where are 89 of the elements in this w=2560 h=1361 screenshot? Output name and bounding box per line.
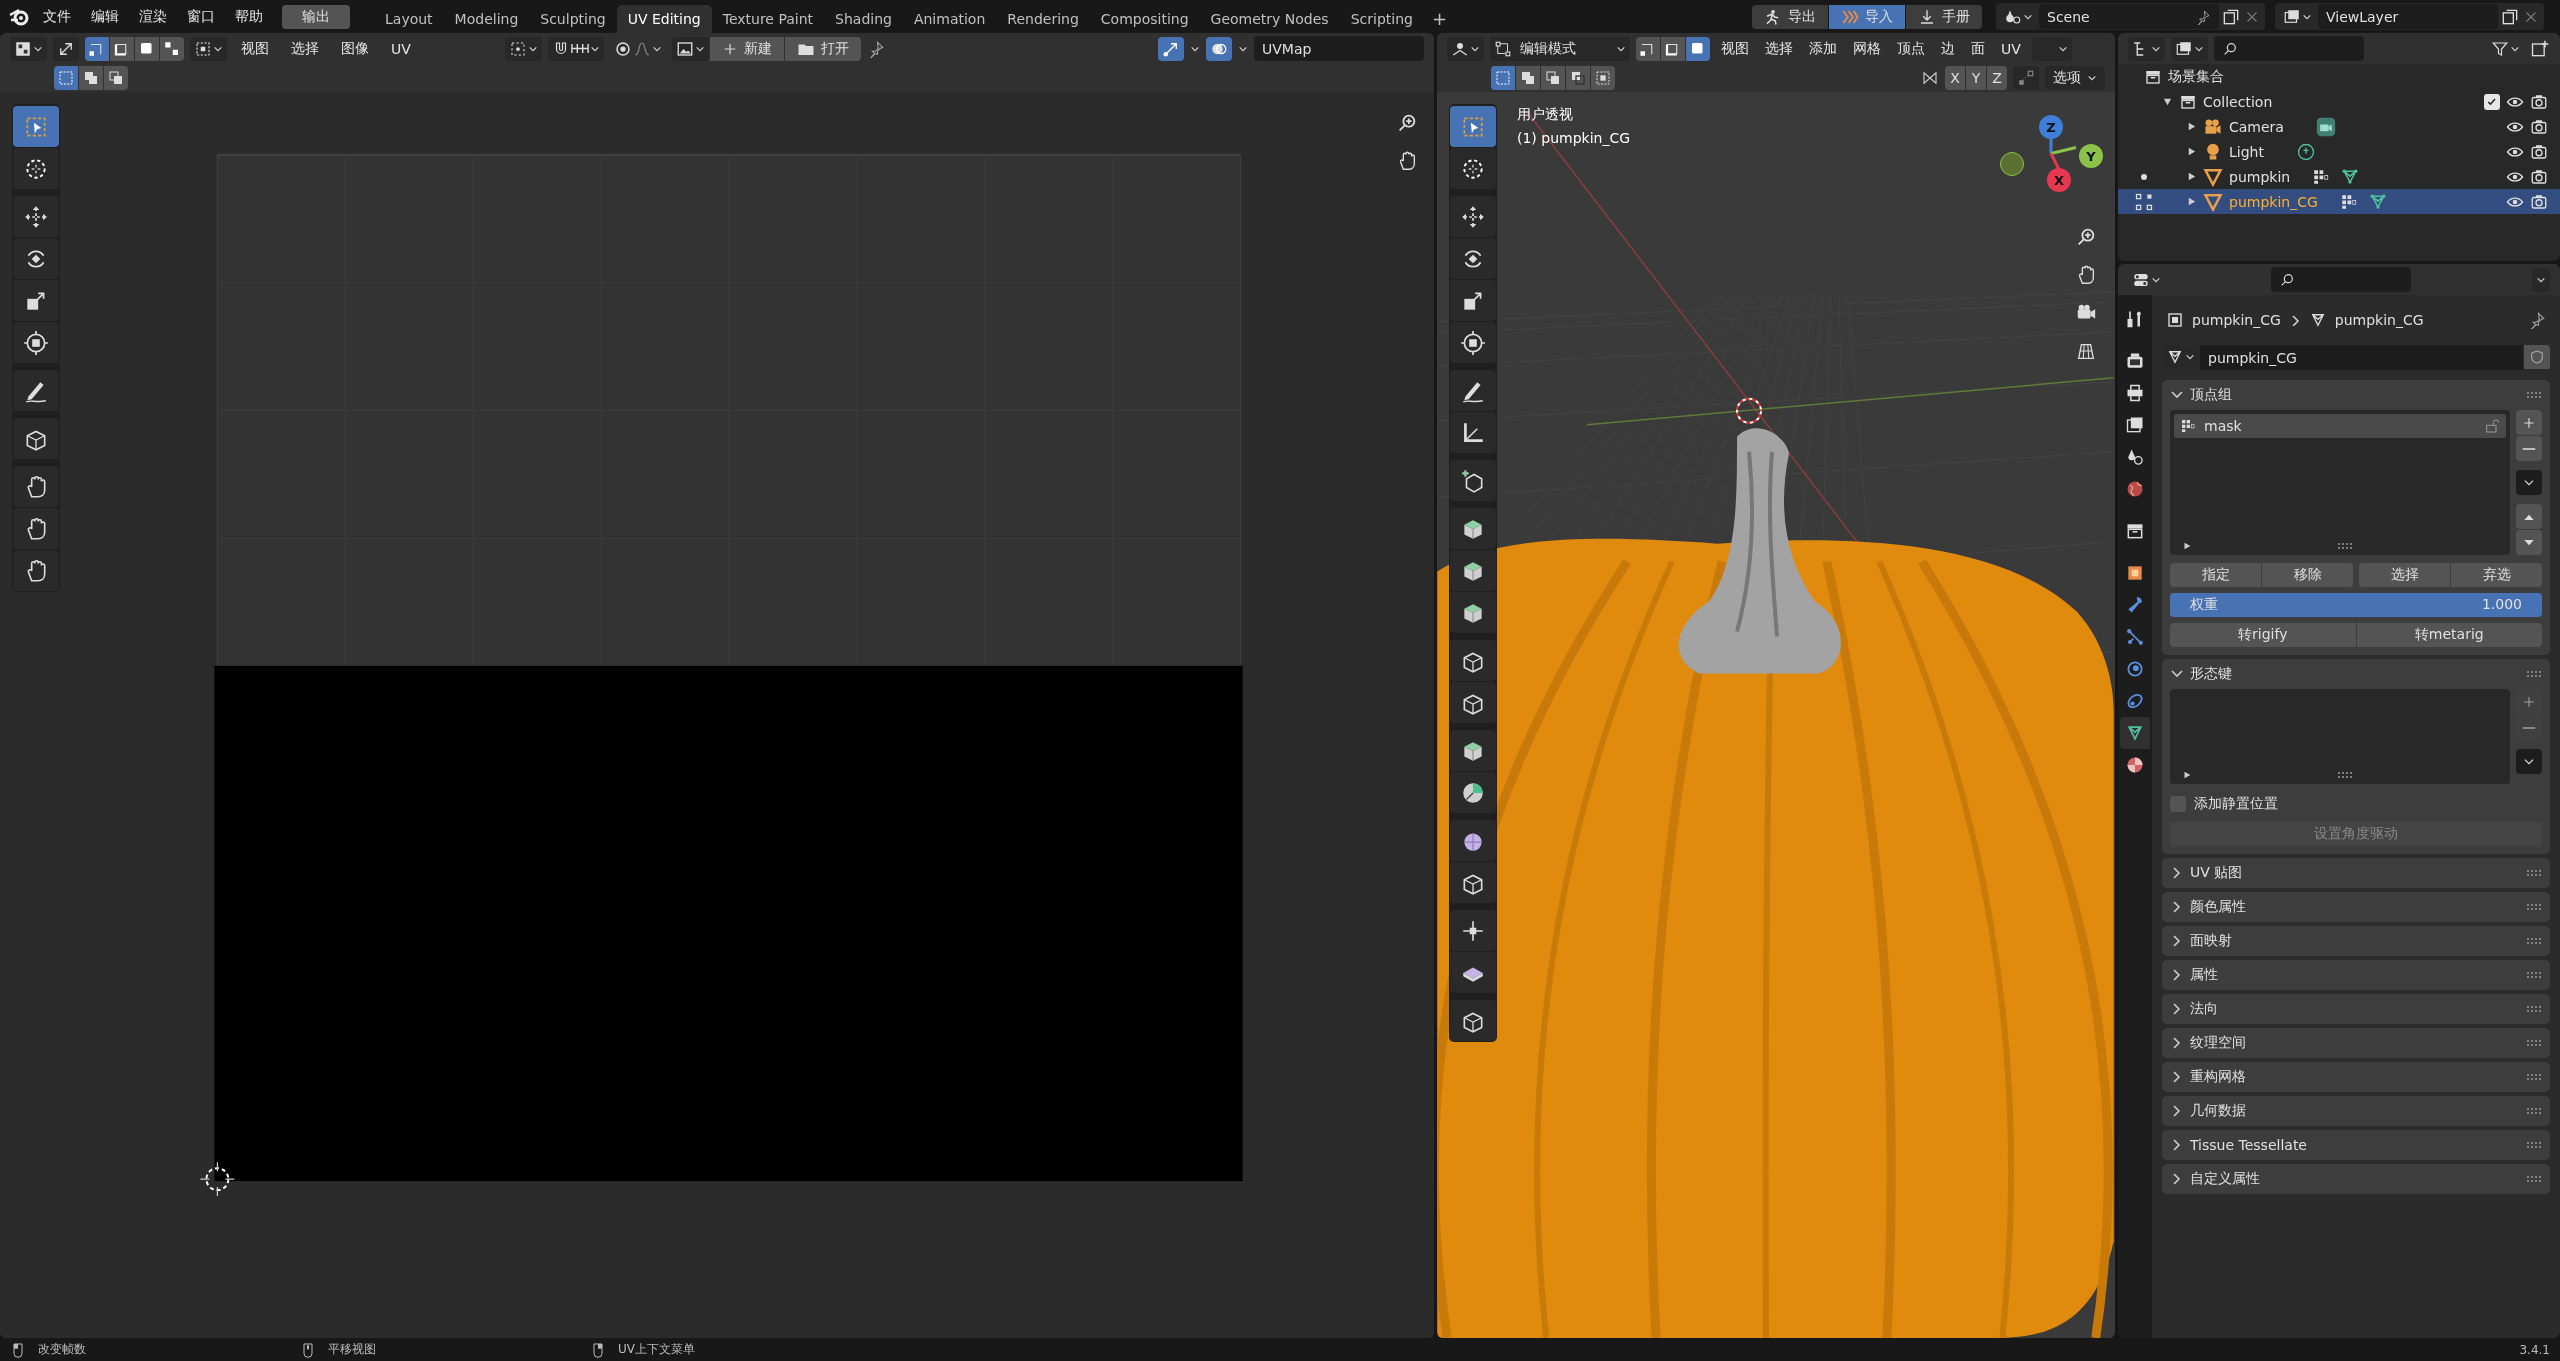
tree-item-name: Camera	[2229, 118, 2284, 135]
tree-item-name: pumpkin	[2229, 168, 2291, 185]
action-button[interactable]: 移除	[2262, 563, 2353, 587]
mesh-name-field[interactable]: pumpkin_CG	[2200, 345, 2523, 370]
menu-item[interactable]: 顶点	[1892, 37, 1930, 60]
action-button[interactable]: 选择	[2359, 563, 2450, 587]
axis-handle[interactable]: Y	[2079, 144, 2103, 168]
options-dropdown[interactable]: 选项	[2045, 66, 2105, 90]
tree-row[interactable]: pumpkin	[2118, 164, 2560, 189]
workspace-tab[interactable]: Rendering	[996, 5, 1090, 33]
scene-field[interactable]: Scene	[2039, 4, 2219, 29]
axis-handle[interactable]: Z	[2039, 115, 2063, 139]
menu-item[interactable]: UV	[1996, 38, 2026, 59]
axis-handle[interactable]: X	[2047, 168, 2071, 192]
tree-item[interactable]: Collection	[2203, 93, 2273, 110]
uv-map-field[interactable]: UVMap	[1254, 36, 1424, 61]
mode-dropdown[interactable]: 编辑模式	[1490, 36, 1630, 61]
tree-row[interactable]: Camera	[2118, 114, 2560, 139]
menu-item[interactable]: 编辑	[82, 4, 128, 29]
action-button[interactable]: 转metarig	[2356, 623, 2542, 647]
tree-item-name: pumpkin_CG	[2229, 193, 2318, 210]
menu-item[interactable]: 窗口	[178, 4, 224, 29]
panel-title[interactable]: 属性	[2190, 966, 2218, 984]
menu-item[interactable]: 图像	[333, 37, 377, 60]
open-image-button[interactable]: 打开	[784, 36, 861, 61]
tree-item-name: Light	[2229, 143, 2264, 160]
menu-item[interactable]: 视图	[233, 37, 277, 60]
panel-title[interactable]: 形态键	[2190, 665, 2232, 683]
panel-title[interactable]: 颜色属性	[2190, 898, 2246, 916]
object-label: (1) pumpkin_CG	[1517, 130, 1631, 146]
panel-title[interactable]: 重构网格	[2190, 1068, 2246, 1086]
panel-title[interactable]: 顶点组	[2190, 386, 2232, 404]
panel-title[interactable]: 法向	[2190, 1000, 2218, 1018]
workspace-tab[interactable]: Layout	[374, 5, 444, 33]
breadcrumb-item: pumpkin_CG	[2192, 312, 2281, 328]
menu-item[interactable]: 渲染	[130, 4, 176, 29]
version-label: 3.4.1	[2519, 1342, 2550, 1357]
axis-toggle[interactable]: X	[1945, 66, 1965, 90]
menu-item[interactable]: 网格	[1848, 37, 1886, 60]
menu-item[interactable]: 视图	[1716, 37, 1754, 60]
panel-title[interactable]: 自定义属性	[2190, 1170, 2260, 1188]
status-hint: 改变帧数	[38, 1341, 86, 1358]
menu-item[interactable]: 文件	[34, 4, 80, 29]
action-button[interactable]: 转rigify	[2170, 623, 2356, 647]
axis-toggle[interactable]: Y	[1966, 66, 1986, 90]
menu-item[interactable]: UV	[383, 38, 419, 59]
menu-item[interactable]: 边	[1936, 37, 1960, 60]
tree-row[interactable]: Light	[2118, 139, 2560, 164]
tree-item[interactable]: 场景集合	[2168, 67, 2224, 86]
status-hint: UV上下文菜单	[618, 1341, 695, 1358]
slider-label: 权重	[2190, 596, 2218, 614]
action-button[interactable]: 弃选	[2451, 563, 2542, 587]
action-button[interactable]: 指定	[2170, 563, 2261, 587]
workspace-tab[interactable]: Texture Paint	[711, 5, 825, 33]
slider-value: 1.000	[2481, 596, 2522, 612]
panel-title[interactable]: Tissue Tessellate	[2190, 1137, 2307, 1153]
workspace-tab[interactable]: Shading	[824, 5, 903, 33]
panel-title[interactable]: 纹理空间	[2190, 1034, 2246, 1052]
workspace-tab[interactable]: Geometry Nodes	[1199, 5, 1340, 33]
addon-button[interactable]: 导入	[1829, 4, 1905, 29]
menu-item[interactable]: 添加	[1804, 37, 1842, 60]
menu-item[interactable]: 帮助	[226, 4, 272, 29]
list-item-name: mask	[2204, 418, 2242, 434]
panel-title[interactable]: UV 贴图	[2190, 864, 2243, 882]
workspace-tab[interactable]: Animation	[902, 5, 997, 33]
checkbox-label: 添加静置位置	[2194, 795, 2278, 813]
workspace-tab[interactable]: Modeling	[443, 5, 530, 33]
workspace-tab[interactable]: UV Editing	[616, 5, 712, 33]
panel-title[interactable]: 面映射	[2190, 932, 2232, 950]
panel-title[interactable]: 几何数据	[2190, 1102, 2246, 1120]
menu-item[interactable]: 面	[1966, 37, 1990, 60]
addon-button[interactable]: 手册	[1906, 4, 1982, 29]
workspace-tab[interactable]: Sculpting	[529, 5, 617, 33]
workspace-tab[interactable]: Compositing	[1089, 5, 1200, 33]
workspace-tab[interactable]: Scripting	[1339, 5, 1424, 33]
menu-item[interactable]: 选择	[1760, 37, 1798, 60]
add-workspace-button[interactable]: +	[1423, 4, 1455, 33]
view-layer-field[interactable]: ViewLayer	[2318, 4, 2498, 29]
new-image-button[interactable]: 新建	[709, 36, 784, 61]
tree-row[interactable]: pumpkin_CG	[2118, 189, 2560, 214]
menu-item[interactable]: 选择	[283, 37, 327, 60]
axis-toggle[interactable]: Z	[1987, 66, 2007, 90]
breadcrumb-item: pumpkin_CG	[2334, 312, 2424, 328]
list-item[interactable]: mask	[2174, 414, 2506, 438]
output-button[interactable]: 输出	[282, 4, 350, 29]
addon-button[interactable]: 导出	[1752, 4, 1828, 29]
view-name: 用户透视	[1517, 106, 1573, 124]
status-hint: 平移视图	[328, 1341, 376, 1358]
weight-slider[interactable]: 权重 1.000	[2170, 593, 2542, 617]
